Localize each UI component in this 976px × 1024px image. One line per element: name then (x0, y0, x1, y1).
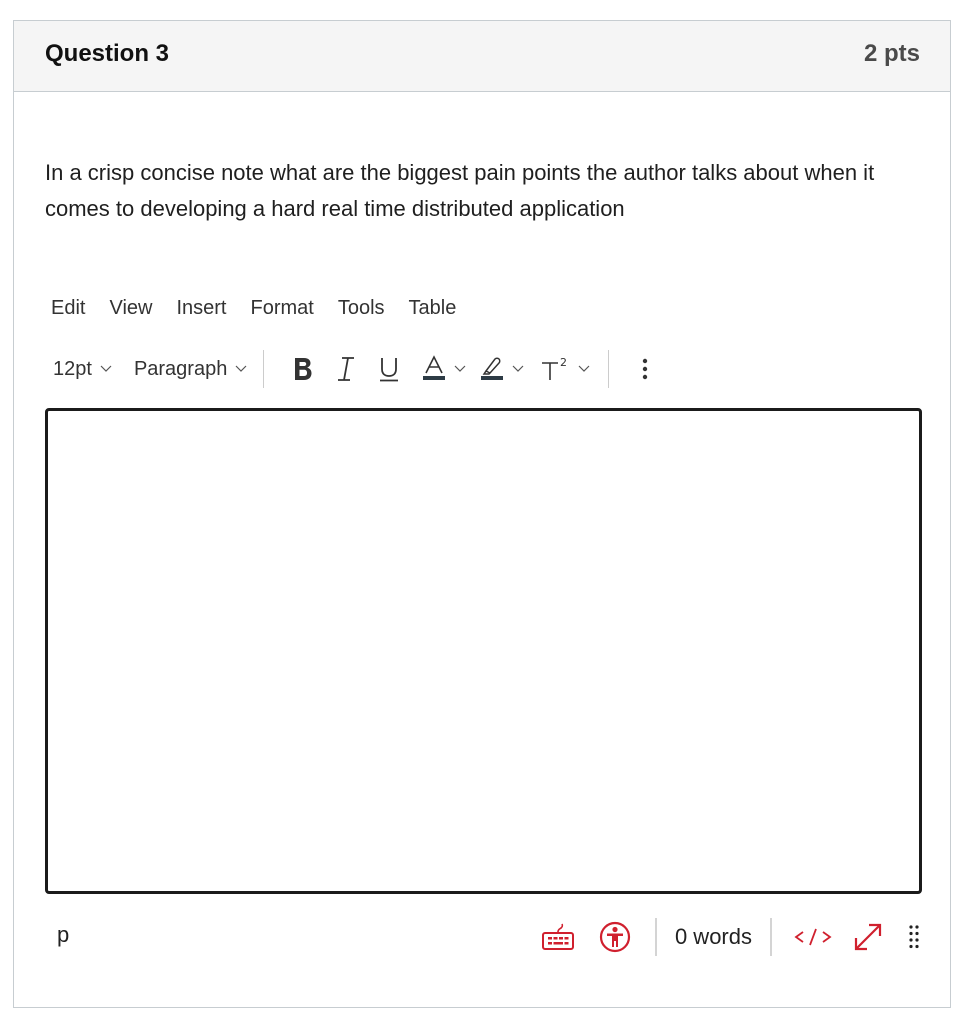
bold-button[interactable] (292, 349, 314, 389)
menu-edit[interactable]: Edit (51, 297, 85, 325)
more-options-button[interactable] (641, 349, 649, 389)
chevron-down-icon (454, 365, 466, 372)
fullscreen-button[interactable] (852, 921, 884, 953)
more-vertical-icon (643, 358, 648, 380)
question-header: Question 3 2 pts (14, 21, 950, 92)
superscript-button[interactable]: 2 (540, 349, 590, 389)
block-format-select[interactable]: Paragraph (134, 358, 247, 381)
question-text: In a crisp concise note what are the big… (45, 160, 875, 221)
drag-handle-icon (909, 925, 919, 949)
menu-tools[interactable]: Tools (338, 297, 385, 325)
highlight-color-button[interactable] (480, 349, 524, 389)
superscript-icon: 2 (542, 356, 567, 380)
html-editor-toggle[interactable] (794, 926, 832, 948)
bold-icon (295, 358, 312, 380)
menu-insert[interactable]: Insert (176, 297, 226, 325)
question-title: Question 3 (45, 40, 170, 67)
status-actions: 0 words (541, 916, 922, 958)
highlight-color-icon (481, 357, 504, 380)
block-format-value: Paragraph (133, 357, 228, 380)
editor-statusbar: p 0 words (45, 916, 922, 958)
chevron-down-icon (578, 365, 590, 372)
menu-table[interactable]: Table (409, 297, 457, 325)
status-divider (654, 918, 657, 956)
font-size-value: 12pt (53, 357, 92, 380)
underline-button[interactable] (378, 349, 400, 389)
toolbar-divider (608, 350, 610, 388)
underline-icon (380, 358, 399, 382)
editor-toolbar: 12pt Paragraph 2 (53, 347, 671, 391)
text-color-icon (423, 355, 446, 380)
question-points: 2 pts (863, 40, 920, 67)
rich-text-editor-area[interactable] (45, 408, 922, 894)
element-path[interactable]: p (57, 922, 69, 948)
code-icon (794, 928, 832, 946)
resize-handle[interactable] (908, 923, 920, 951)
question-panel: Question 3 2 pts In a crisp concise note… (13, 20, 951, 1008)
text-color-button[interactable] (422, 349, 466, 389)
menu-view[interactable]: View (109, 297, 152, 325)
menu-format[interactable]: Format (251, 297, 314, 325)
font-size-select[interactable]: 12pt (53, 358, 112, 381)
expand-icon (854, 923, 882, 951)
editor-menubar: Edit View Insert Format Tools Table (51, 297, 480, 325)
word-count[interactable]: 0 words (675, 924, 752, 950)
accessibility-icon (599, 921, 631, 953)
toolbar-divider (263, 350, 265, 388)
chevron-down-icon (100, 365, 112, 372)
keyboard-shortcuts-button[interactable] (541, 923, 575, 951)
chevron-down-icon (235, 365, 247, 372)
status-divider (770, 918, 772, 956)
chevron-down-icon (512, 365, 524, 372)
italic-icon (338, 357, 355, 381)
svg-text:2: 2 (560, 356, 567, 369)
italic-button[interactable] (336, 349, 356, 389)
accessibility-checker-button[interactable] (599, 921, 631, 953)
keyboard-icon (541, 923, 574, 950)
